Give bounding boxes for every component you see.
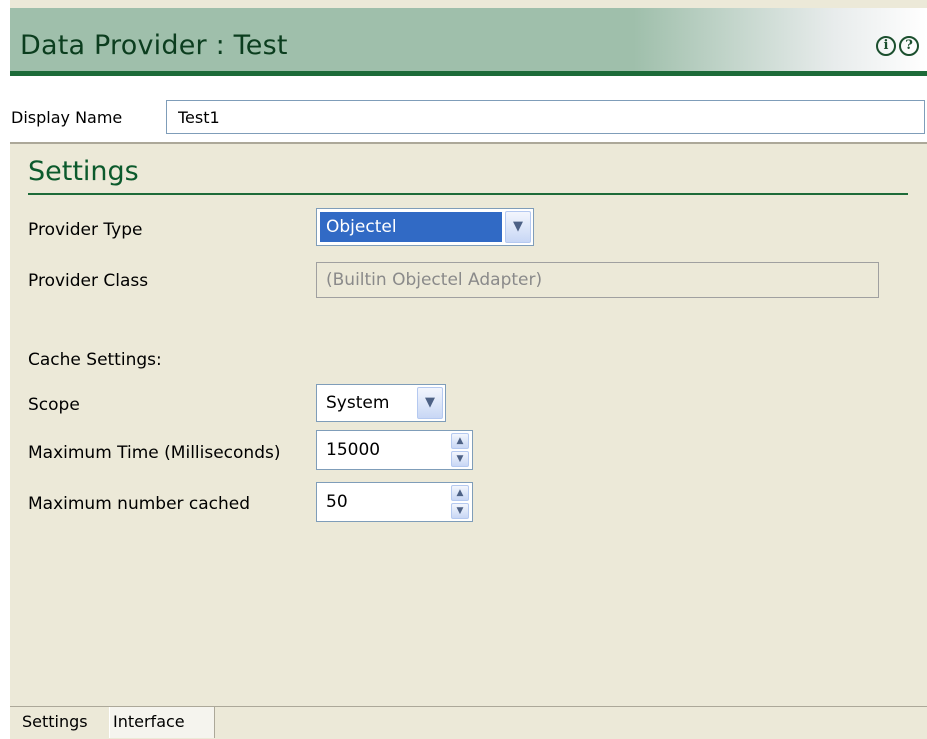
tab-interface[interactable]: Interface [109,707,215,738]
data-provider-panel: Data Provider : Test i ? Display Name Se… [10,0,927,739]
left-gutter [0,0,10,738]
provider-type-dropdown[interactable]: Objectel ▼ [316,208,534,246]
strip-divider [10,142,927,144]
tabs-bar: Settings Interface [10,706,927,739]
spin-down-icon[interactable]: ▼ [451,451,469,467]
help-icon[interactable]: ? [899,36,919,56]
max-cached-value: 50 [326,492,348,512]
tab-settings[interactable]: Settings [19,707,109,738]
spin-up-icon[interactable]: ▲ [451,485,469,501]
max-time-label: Maximum Time (Milliseconds) [28,443,281,463]
max-cached-stepper[interactable]: 50 ▲ ▼ [316,482,473,522]
settings-section-divider [28,193,908,195]
provider-class-field: (Builtin Objectel Adapter) [316,262,879,298]
page-title: Data Provider : Test [20,30,288,61]
display-name-row: Display Name [10,76,927,144]
provider-type-label: Provider Type [28,220,143,240]
max-time-stepper[interactable]: 15000 ▲ ▼ [316,430,473,470]
panel-header: Data Provider : Test i ? [10,8,927,71]
display-name-label: Display Name [11,108,123,127]
provider-class-label: Provider Class [28,271,149,291]
spin-up-icon[interactable]: ▲ [451,433,469,449]
scope-dropdown[interactable]: System ▼ [316,384,446,422]
max-time-value: 15000 [326,440,381,460]
scope-label: Scope [28,395,80,415]
provider-type-value: Objectel [320,212,502,242]
settings-section-title: Settings [28,156,139,187]
display-name-input[interactable] [166,100,925,134]
chevron-down-icon[interactable]: ▼ [505,211,531,243]
scope-value: System [326,393,390,413]
chevron-down-icon[interactable]: ▼ [417,387,443,419]
cache-settings-label: Cache Settings: [28,350,162,370]
info-icon[interactable]: i [876,36,896,56]
spin-down-icon[interactable]: ▼ [451,503,469,519]
max-cached-label: Maximum number cached [28,494,251,514]
